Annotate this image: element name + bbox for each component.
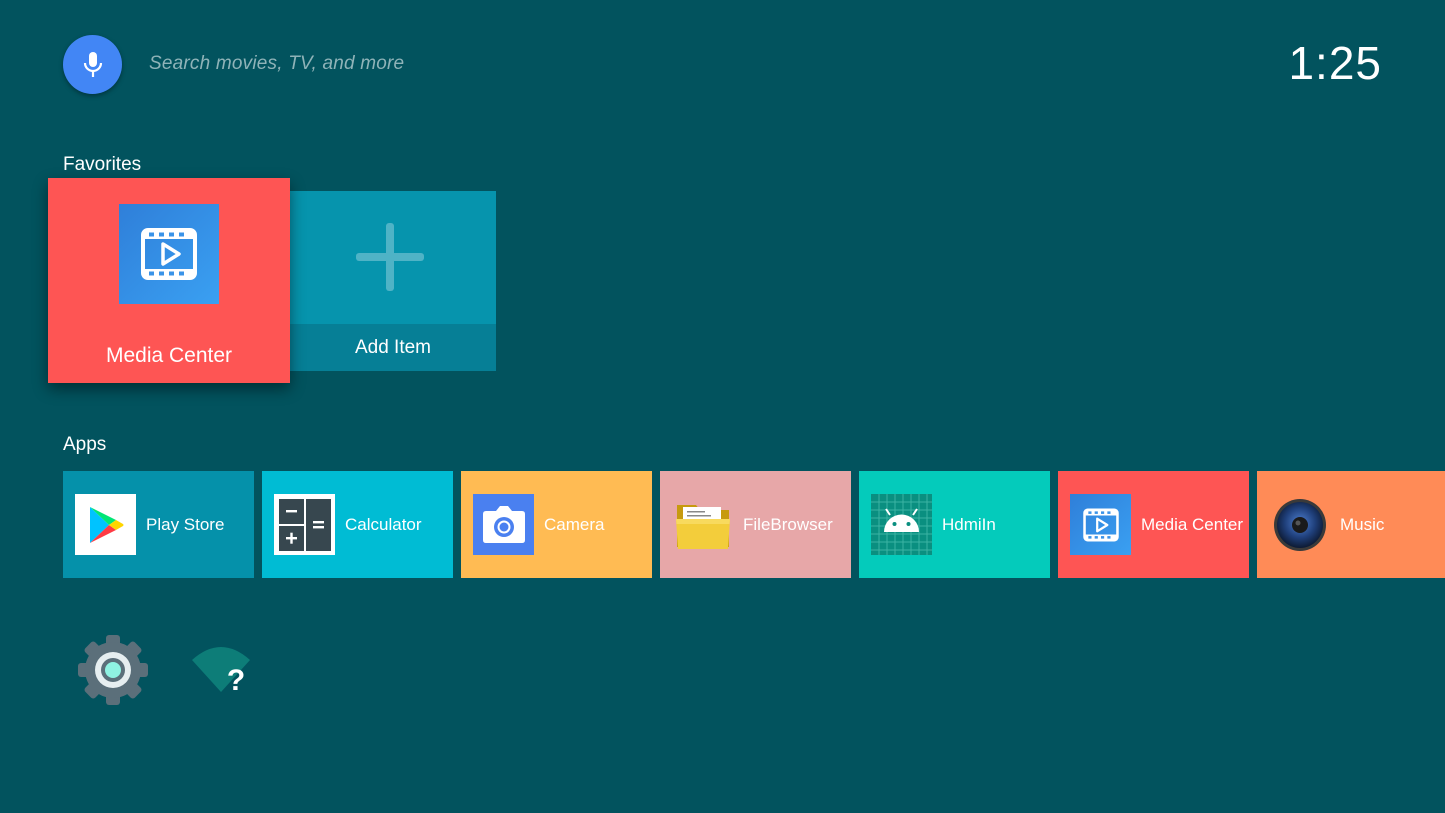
app-label: HdmiIn bbox=[942, 514, 996, 534]
favorite-media-center-tile[interactable]: Media Center bbox=[48, 178, 290, 383]
mic-icon bbox=[83, 51, 102, 77]
plus-icon bbox=[356, 223, 424, 291]
voice-search-button[interactable] bbox=[63, 35, 122, 94]
app-tile-music[interactable]: Music bbox=[1257, 471, 1445, 578]
speaker-icon bbox=[1269, 494, 1330, 555]
app-label: Play Store bbox=[146, 514, 225, 534]
add-item-label: Add Item bbox=[290, 324, 496, 371]
folder-icon bbox=[672, 494, 733, 555]
camera-icon bbox=[473, 494, 534, 555]
play-store-icon bbox=[75, 494, 136, 555]
app-tile-media-center[interactable]: Media Center bbox=[1058, 471, 1249, 578]
apps-heading: Apps bbox=[63, 434, 107, 455]
video-play-icon bbox=[119, 204, 219, 304]
favorites-heading: Favorites bbox=[63, 154, 142, 175]
app-tile-calculator[interactable]: Calculator bbox=[262, 471, 453, 578]
app-label: FileBrowser bbox=[743, 514, 833, 534]
add-item-tile[interactable]: Add Item bbox=[290, 191, 496, 371]
search-input[interactable]: Search movies, TV, and more bbox=[149, 53, 404, 75]
app-label: Calculator bbox=[345, 514, 422, 534]
app-label: Media Center bbox=[1141, 514, 1244, 534]
app-tile-filebrowser[interactable]: FileBrowser bbox=[660, 471, 851, 578]
app-label: Music bbox=[1340, 514, 1385, 534]
wifi-unknown-icon[interactable]: ? bbox=[190, 640, 254, 698]
app-tile-play-store[interactable]: Play Store bbox=[63, 471, 254, 578]
app-tile-camera[interactable]: Camera bbox=[461, 471, 652, 578]
svg-text:?: ? bbox=[227, 664, 245, 697]
apps-row: Play Store Calculator Camera FileBrowser… bbox=[63, 471, 1445, 578]
calculator-icon bbox=[274, 494, 335, 555]
favorite-media-center-label: Media Center bbox=[105, 344, 233, 367]
android-icon bbox=[871, 494, 932, 555]
clock: 1:25 bbox=[1288, 37, 1382, 89]
app-tile-hdmiin[interactable]: HdmiIn bbox=[859, 471, 1050, 578]
video-play-icon bbox=[1070, 494, 1131, 555]
gear-icon[interactable] bbox=[76, 633, 150, 707]
app-label: Camera bbox=[544, 514, 605, 534]
